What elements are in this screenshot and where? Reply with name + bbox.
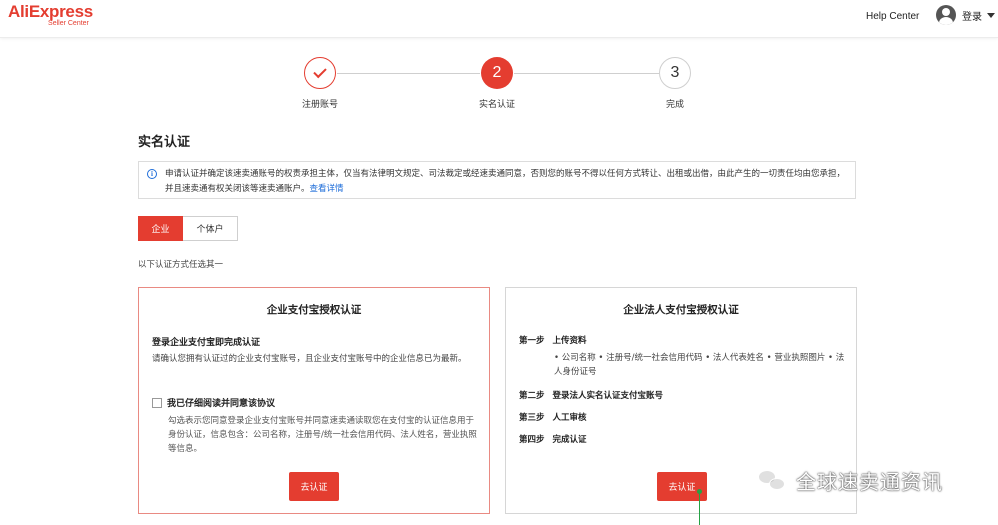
card-description: 请确认您拥有认证过的企业支付宝账号，且企业支付宝账号中的企业信息已为最新。	[152, 354, 467, 364]
card-title: 企业支付宝授权认证	[266, 304, 362, 316]
check-icon	[313, 64, 327, 79]
step-item: 第一步 上传资料	[519, 336, 587, 346]
watermark: 全球速卖通资讯	[758, 466, 943, 495]
logo-text-ali: Ali	[8, 2, 29, 21]
notice-details-link[interactable]: 查看详情	[310, 184, 344, 194]
step-2-label: 实名认证	[478, 100, 515, 110]
step-connector-2	[514, 73, 659, 74]
agreement-label[interactable]: 我已仔细阅读并同意该协议	[167, 396, 275, 409]
watermark-text: 全球速卖通资讯	[796, 470, 943, 494]
step-3-circle: 3	[659, 57, 691, 89]
entity-type-tabs: 企业 个体户	[138, 216, 238, 241]
step-item: 第三步 人工审核	[519, 413, 587, 423]
top-header: AliExpress Seller Center Help Center 登录	[0, 0, 998, 38]
info-icon: i	[147, 169, 157, 179]
step-item: 第二步 登录法人实名认证支付宝账号	[519, 391, 664, 401]
step-connector-1	[337, 73, 480, 74]
wechat-icon	[758, 468, 788, 494]
step-item: 第四步 完成认证	[519, 435, 587, 445]
tab-enterprise[interactable]: 企业	[138, 216, 183, 241]
enterprise-alipay-card: 企业支付宝授权认证 登录企业支付宝即完成认证 请确认您拥有认证过的企业支付宝账号…	[138, 287, 490, 514]
required-documents-list: • 公司名称 • 注册号/统一社会信用代码 • 法人代表姓名 • 营业执照图片 …	[554, 353, 845, 377]
page-title: 实名认证	[138, 135, 191, 150]
card-subtitle: 登录企业支付宝即完成认证	[152, 338, 261, 348]
caret-down-icon	[987, 12, 995, 18]
choose-method-text: 以下认证方式任选其一	[138, 260, 224, 270]
step-1-label: 注册账号	[301, 100, 338, 110]
tab-individual[interactable]: 个体户	[183, 216, 238, 241]
agreement-text: 勾选表示您同意登录企业支付宝账号并同意速卖通读取您在支付宝的认证信息用于身份认证…	[168, 416, 477, 454]
guide-pointer-line	[699, 492, 700, 525]
notice-box: i 申请认证并确定该速卖通账号的权责承担主体，仅当有法律明文规定、司法裁定或经速…	[138, 161, 856, 199]
agreement-row: 我已仔细阅读并同意该协议	[152, 396, 275, 409]
login-label: 登录	[962, 11, 982, 23]
agreement-checkbox[interactable]	[152, 397, 162, 408]
avatar-icon	[936, 5, 956, 25]
step-3-label: 完成	[665, 100, 684, 110]
logo-subtitle: Seller Center	[48, 20, 89, 27]
notice-text: 申请认证并确定该速卖通账号的权责承担主体，仅当有法律明文规定、司法裁定或经速卖通…	[165, 169, 846, 194]
aliexpress-logo[interactable]: AliExpress Seller Center	[8, 3, 93, 28]
help-center-link[interactable]: Help Center	[866, 11, 919, 22]
user-menu[interactable]: 登录	[936, 5, 995, 25]
logo-text-express: Express	[28, 2, 93, 21]
verify-button[interactable]: 去认证	[289, 472, 339, 501]
card-title: 企业法人支付宝授权认证	[623, 304, 739, 316]
step-2-circle: 2	[481, 57, 513, 89]
step-1-circle	[304, 57, 336, 89]
